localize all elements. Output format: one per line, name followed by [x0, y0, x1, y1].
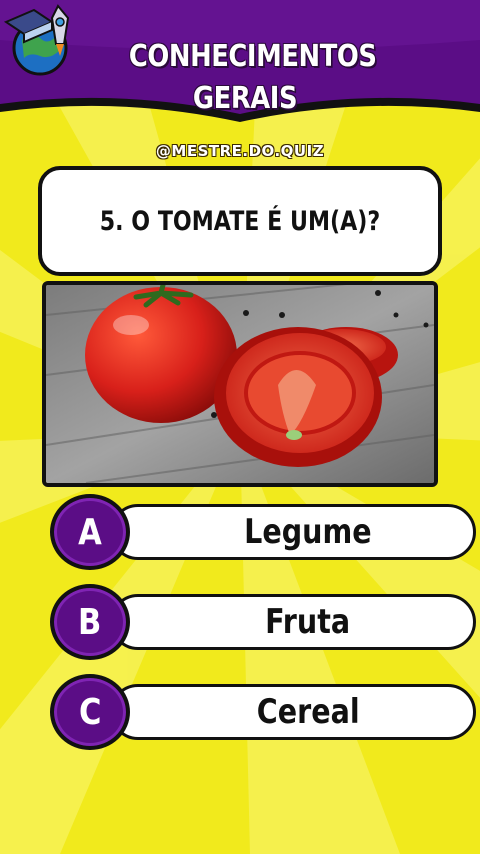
answer-letter: A	[78, 511, 102, 553]
answer-bar[interactable]: Cereal	[110, 684, 476, 740]
answer-option-c[interactable]: Cereal C	[50, 672, 476, 752]
question-box: 5. O TOMATE É UM(A)?	[38, 166, 442, 276]
page-title: CONHECIMENTOS GERAIS	[128, 36, 377, 120]
tomato-photo	[46, 285, 434, 483]
answer-option-a[interactable]: Legume A	[50, 492, 476, 572]
title-line-2: GERAIS	[192, 81, 298, 116]
answer-letter: C	[78, 691, 102, 733]
question-image	[42, 281, 438, 487]
question-text: 5. O TOMATE É UM(A)?	[99, 205, 381, 237]
channel-handle: @MESTRE.DO.QUIZ	[155, 142, 325, 160]
answer-letter-badge: B	[50, 584, 130, 660]
globe-with-books-rocket-icon	[3, 4, 70, 76]
answer-bar[interactable]: Legume	[110, 504, 476, 560]
answer-label: Fruta	[265, 602, 351, 642]
answer-letter: B	[78, 601, 102, 643]
answer-letter-badge: C	[50, 674, 130, 750]
title-line-1: CONHECIMENTOS	[128, 39, 377, 74]
answer-letter-badge: A	[50, 494, 130, 570]
answer-label: Legume	[244, 512, 372, 552]
answer-option-b[interactable]: Fruta B	[50, 582, 476, 662]
answer-bar[interactable]: Fruta	[110, 594, 476, 650]
answer-label: Cereal	[256, 692, 360, 732]
header-banner: CONHECIMENTOS GERAIS	[0, 0, 480, 140]
